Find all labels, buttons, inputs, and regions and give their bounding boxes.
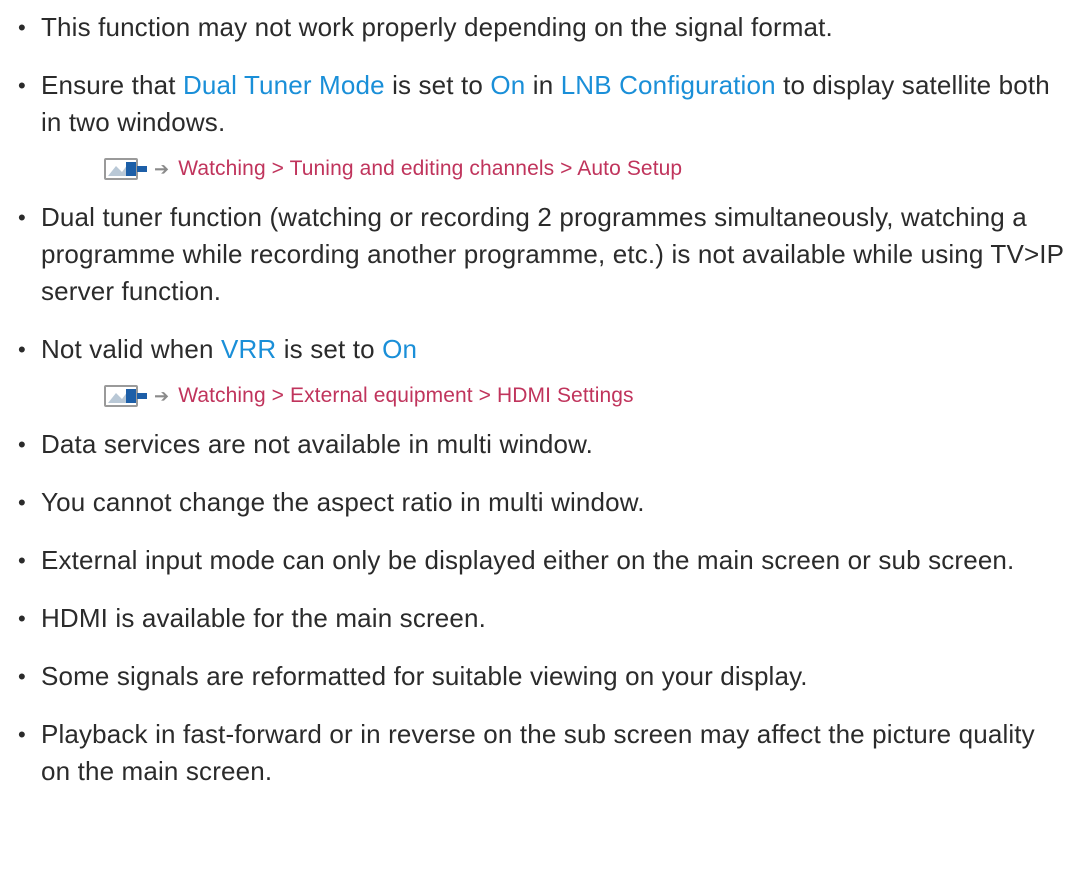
bullet-icon: •: [18, 205, 26, 230]
link-dual-tuner-mode[interactable]: Dual Tuner Mode: [183, 70, 385, 100]
reference-auto-setup[interactable]: ➔ Watching > Tuning and editing channels…: [18, 154, 1065, 184]
note-text-part: Ensure that: [41, 70, 183, 100]
note-text-part: Not valid when: [41, 334, 222, 364]
note-text-part: is set to: [384, 70, 491, 100]
note-text: Playback in fast-forward or in reverse o…: [41, 719, 1035, 786]
tv-screen-icon: [104, 158, 148, 180]
note-dual-tuner-function: • Dual tuner function (watching or recor…: [18, 199, 1065, 310]
link-on[interactable]: On: [382, 334, 417, 364]
bullet-icon: •: [18, 664, 26, 689]
note-text: Data services are not available in multi…: [41, 429, 594, 459]
reference-hdmi-settings[interactable]: ➔ Watching > External equipment > HDMI S…: [18, 381, 1065, 411]
arrow-right-icon: ➔: [154, 159, 170, 179]
reference-path[interactable]: Watching > External equipment > HDMI Set…: [178, 384, 633, 408]
bullet-icon: •: [18, 15, 26, 40]
bullet-icon: •: [18, 722, 26, 747]
note-text: Dual tuner function (watching or recordi…: [41, 202, 1064, 306]
bullet-icon: •: [18, 432, 26, 457]
note-text: You cannot change the aspect ratio in mu…: [41, 487, 645, 517]
bullet-icon: •: [18, 490, 26, 515]
note-text: HDMI is available for the main screen.: [41, 603, 486, 633]
note-hdmi-main: • HDMI is available for the main screen.: [18, 600, 1065, 637]
link-lnb-configuration[interactable]: LNB Configuration: [561, 70, 776, 100]
note-aspect-ratio: • You cannot change the aspect ratio in …: [18, 484, 1065, 521]
note-data-services: • Data services are not available in mul…: [18, 426, 1065, 463]
link-on[interactable]: On: [490, 70, 525, 100]
note-signal-format: • This function may not work properly de…: [18, 9, 1065, 46]
note-text-part: is set to: [276, 334, 383, 364]
bullet-icon: •: [18, 337, 26, 362]
note-external-input: • External input mode can only be displa…: [18, 542, 1065, 579]
note-vrr: • Not valid when VRR is set to On: [18, 331, 1065, 368]
note-text-part: in: [525, 70, 561, 100]
note-reformatted-signals: • Some signals are reformatted for suita…: [18, 658, 1065, 695]
notes-list: • This function may not work properly de…: [18, 9, 1065, 790]
arrow-right-icon: ➔: [154, 386, 170, 406]
note-dual-tuner-mode: • Ensure that Dual Tuner Mode is set to …: [18, 67, 1065, 141]
link-vrr[interactable]: VRR: [221, 334, 276, 364]
note-text: External input mode can only be displaye…: [41, 545, 1015, 575]
note-text: This function may not work properly depe…: [41, 12, 833, 42]
bullet-icon: •: [18, 606, 26, 631]
reference-path[interactable]: Watching > Tuning and editing channels >…: [178, 157, 682, 181]
note-text: Some signals are reformatted for suitabl…: [41, 661, 808, 691]
help-page: • This function may not work properly de…: [0, 9, 1085, 879]
bullet-icon: •: [18, 73, 26, 98]
tv-screen-icon: [104, 385, 148, 407]
note-playback: • Playback in fast-forward or in reverse…: [18, 716, 1065, 790]
bullet-icon: •: [18, 548, 26, 573]
